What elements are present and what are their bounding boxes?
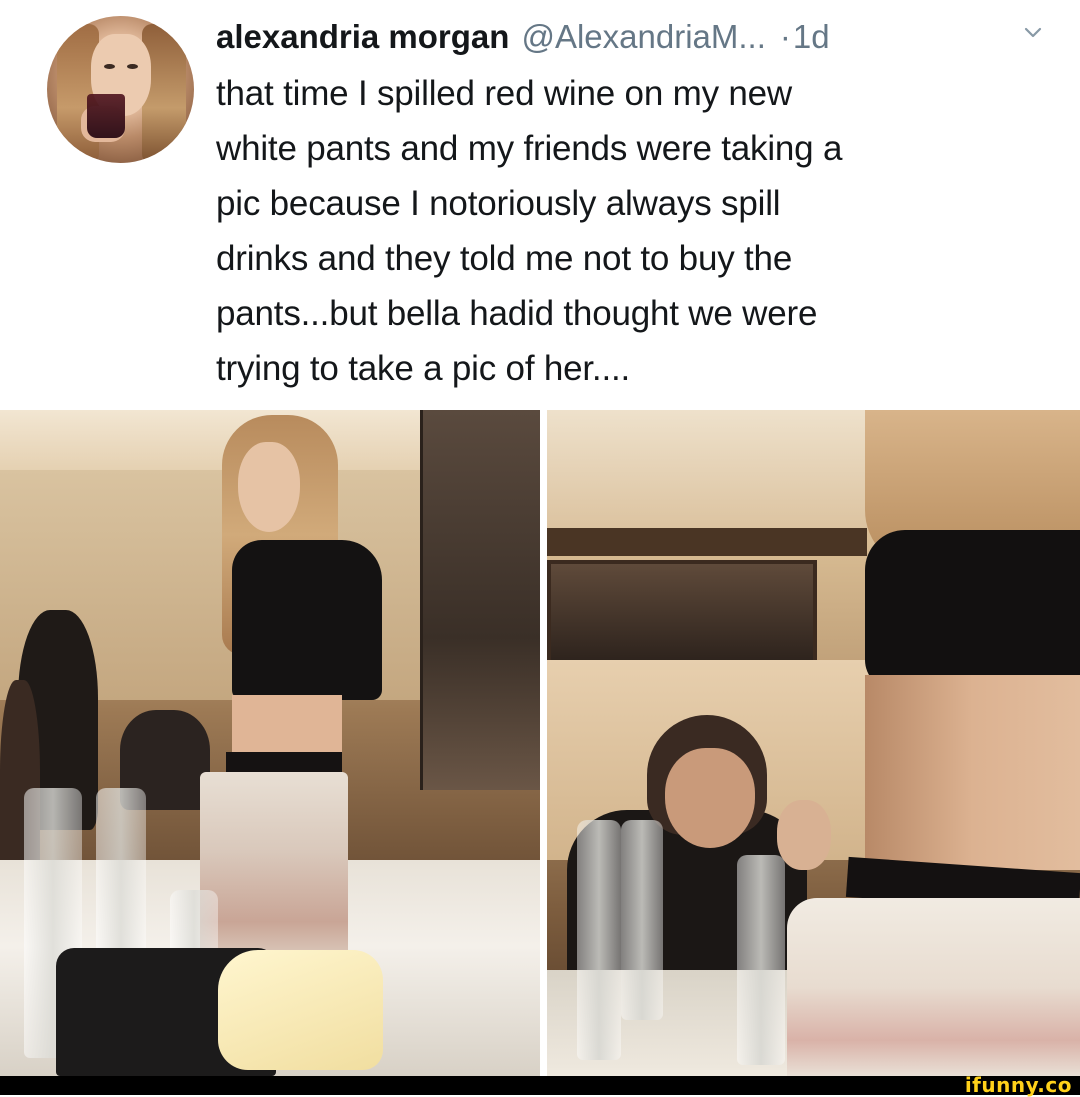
tweet-media <box>0 410 1080 1076</box>
photo-bottle <box>577 820 621 1060</box>
tweet-card: alexandria morgan @AlexandriaM... · 1d t… <box>0 0 1080 410</box>
photo-person-pants <box>787 898 1080 1076</box>
avatar[interactable] <box>47 16 194 163</box>
footer-bar: ifunny.co <box>0 1073 1080 1097</box>
photo-beam <box>547 528 867 556</box>
display-name[interactable]: alexandria morgan <box>216 14 509 60</box>
photo-mirror <box>420 410 540 790</box>
avatar-eye <box>127 64 138 69</box>
photo-person-pants <box>200 772 348 972</box>
photo-person-midriff <box>232 695 342 755</box>
photo-person-top <box>865 530 1080 690</box>
tweet-header: alexandria morgan @AlexandriaM... · 1d <box>216 14 830 60</box>
user-handle[interactable]: @AlexandriaM... <box>521 14 765 60</box>
watermark: ifunny.co <box>964 1073 1072 1097</box>
photo-napkin <box>218 950 383 1070</box>
photo-mirror <box>547 560 817 668</box>
photo-person-top <box>232 540 382 700</box>
photo-person-face <box>238 442 300 532</box>
photo-person-face <box>777 800 831 870</box>
photo-left[interactable] <box>0 410 540 1076</box>
avatar-eye <box>104 64 115 69</box>
photo-bottle <box>737 855 785 1065</box>
photo-bottle <box>621 820 663 1020</box>
tweet-text: that time I spilled red wine on my new w… <box>216 74 843 388</box>
tweet-timestamp[interactable]: 1d <box>793 14 830 60</box>
meta-separator: · <box>779 18 791 55</box>
chevron-down-icon[interactable] <box>1022 22 1044 44</box>
photo-person-midriff <box>865 675 1080 870</box>
photo-right[interactable] <box>547 410 1080 1076</box>
avatar-glass <box>87 94 125 138</box>
photo-person-face <box>665 748 755 848</box>
photo-person-belt <box>226 752 342 774</box>
